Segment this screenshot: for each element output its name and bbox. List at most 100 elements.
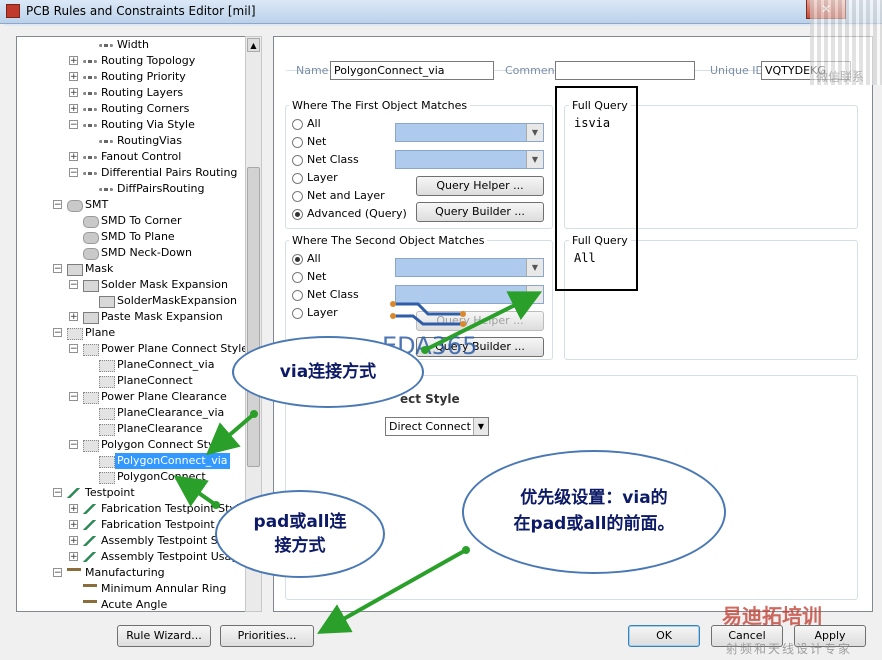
tree-item[interactable]: − Testpoint bbox=[17, 485, 245, 501]
connect-style-select[interactable]: Direct Connect ▼ bbox=[385, 417, 489, 436]
first-radio-label[interactable]: Advanced (Query) bbox=[307, 207, 407, 220]
tree-item[interactable]: + Fanout Control bbox=[17, 149, 245, 165]
second-radio-label[interactable]: Net bbox=[307, 270, 326, 283]
tree-item[interactable]: − SMT bbox=[17, 197, 245, 213]
tree-item[interactable]: PlaneConnect bbox=[17, 373, 245, 389]
tree-item[interactable]: + Fabrication Testpoint Style bbox=[17, 501, 246, 517]
collapse-icon[interactable]: − bbox=[69, 392, 78, 402]
second-radio-1[interactable] bbox=[292, 272, 303, 283]
expand-icon[interactable]: + bbox=[69, 104, 78, 114]
tree-item-label: Fanout Control bbox=[101, 150, 182, 163]
plane-icon bbox=[99, 376, 115, 388]
mask-icon bbox=[67, 264, 83, 276]
first-radio-3[interactable] bbox=[292, 173, 303, 184]
tree-item[interactable]: + Fabrication Testpoint Usage bbox=[17, 517, 252, 533]
tree-item-label: SMD Neck-Down bbox=[101, 246, 192, 259]
expand-icon[interactable]: + bbox=[69, 152, 78, 162]
tree-item[interactable]: − Differential Pairs Routing bbox=[17, 165, 245, 181]
tree-item[interactable]: − Manufacturing bbox=[17, 565, 245, 581]
tree-item[interactable]: − Solder Mask Expansion bbox=[17, 277, 245, 293]
collapse-icon[interactable]: − bbox=[53, 264, 62, 274]
expand-icon[interactable]: + bbox=[69, 56, 78, 66]
expand-icon[interactable]: + bbox=[69, 312, 78, 322]
rule-wizard-button[interactable]: Rule Wizard... bbox=[117, 625, 211, 647]
first-radio-label[interactable]: Net bbox=[307, 135, 326, 148]
collapse-icon[interactable]: − bbox=[53, 328, 62, 338]
first-radio-label[interactable]: Layer bbox=[307, 171, 338, 184]
tree-item[interactable]: + Assembly Testpoint Usage bbox=[17, 549, 245, 565]
ok-button[interactable]: OK bbox=[628, 625, 700, 647]
first-radio-label[interactable]: All bbox=[307, 117, 321, 130]
tree-item[interactable]: RoutingVias bbox=[17, 133, 245, 149]
tree-item[interactable]: PolygonConnect bbox=[17, 469, 245, 485]
tree-item[interactable]: + Routing Topology bbox=[17, 53, 245, 69]
collapse-icon[interactable]: − bbox=[69, 280, 78, 290]
collapse-icon[interactable]: − bbox=[69, 120, 78, 130]
first-radio-0[interactable] bbox=[292, 119, 303, 130]
tree-item[interactable]: − Routing Via Style bbox=[17, 117, 245, 133]
plane-icon bbox=[83, 392, 99, 404]
collapse-icon[interactable]: − bbox=[53, 568, 62, 578]
first-radio-label[interactable]: Net Class bbox=[307, 153, 359, 166]
second-radio-3[interactable] bbox=[292, 308, 303, 319]
tree-item[interactable]: − Power Plane Clearance bbox=[17, 389, 245, 405]
first-radio-4[interactable] bbox=[292, 191, 303, 202]
collapse-icon[interactable]: − bbox=[69, 344, 78, 354]
second-net-combo[interactable]: ▼ bbox=[395, 258, 544, 277]
tree-item[interactable]: − Polygon Connect Style bbox=[17, 437, 245, 453]
collapse-icon[interactable]: − bbox=[53, 488, 62, 498]
tree-item[interactable]: DiffPairsRouting bbox=[17, 181, 245, 197]
comment-input[interactable] bbox=[555, 61, 695, 80]
first-netclass-combo[interactable]: ▼ bbox=[395, 150, 544, 169]
tree-item[interactable]: + Paste Mask Expansion bbox=[17, 309, 245, 325]
tree-item[interactable]: − Mask bbox=[17, 261, 245, 277]
second-radio-label[interactable]: All bbox=[307, 252, 321, 265]
app-icon bbox=[6, 4, 20, 18]
tree-item[interactable]: − Plane bbox=[17, 325, 245, 341]
tree-item[interactable]: + Routing Layers bbox=[17, 85, 245, 101]
tree-item[interactable]: Minimum Annular Ring bbox=[17, 581, 245, 597]
first-radio-5[interactable] bbox=[292, 209, 303, 220]
tree-item[interactable]: + Assembly Testpoint Style bbox=[17, 533, 245, 549]
tree-item[interactable]: PolygonConnect_via bbox=[17, 453, 245, 469]
tree-item[interactable]: PlaneClearance bbox=[17, 421, 245, 437]
tree-item-label: DiffPairsRouting bbox=[117, 182, 205, 195]
tree-item[interactable]: SMD Neck-Down bbox=[17, 245, 245, 261]
expand-icon[interactable]: + bbox=[69, 552, 78, 562]
tree-item[interactable]: Acute Angle bbox=[17, 597, 245, 611]
tree-item[interactable]: PlaneClearance_via bbox=[17, 405, 245, 421]
second-radio-label[interactable]: Layer bbox=[307, 306, 338, 319]
tree-item[interactable]: Width bbox=[17, 37, 245, 53]
tree-item[interactable]: + Routing Priority bbox=[17, 69, 245, 85]
tree-item[interactable]: − Power Plane Connect Style bbox=[17, 341, 248, 357]
first-radio-1[interactable] bbox=[292, 137, 303, 148]
tree-item[interactable]: SMD To Corner bbox=[17, 213, 245, 229]
name-input[interactable]: PolygonConnect_via bbox=[330, 61, 494, 80]
expand-icon[interactable]: + bbox=[69, 88, 78, 98]
testpoint-icon bbox=[83, 536, 97, 546]
tree-item-label: Differential Pairs Routing bbox=[101, 166, 238, 179]
first-query-helper-button[interactable]: Query Helper ... bbox=[416, 176, 544, 196]
collapse-icon[interactable]: − bbox=[69, 440, 78, 450]
first-query-builder-button[interactable]: Query Builder ... bbox=[416, 202, 544, 222]
scroll-thumb[interactable] bbox=[247, 167, 260, 467]
second-radio-label[interactable]: Net Class bbox=[307, 288, 359, 301]
priorities-button[interactable]: Priorities... bbox=[220, 625, 314, 647]
first-net-combo[interactable]: ▼ bbox=[395, 123, 544, 142]
tree-item[interactable]: + Routing Corners bbox=[17, 101, 245, 117]
first-radio-2[interactable] bbox=[292, 155, 303, 166]
expand-icon[interactable]: + bbox=[69, 520, 78, 530]
tree-item[interactable]: SMD To Plane bbox=[17, 229, 245, 245]
tree-item[interactable]: SolderMaskExpansion bbox=[17, 293, 245, 309]
second-radio-2[interactable] bbox=[292, 290, 303, 301]
collapse-icon[interactable]: − bbox=[53, 200, 62, 210]
tree-item[interactable]: PlaneConnect_via bbox=[17, 357, 245, 373]
expand-icon[interactable]: + bbox=[69, 504, 78, 514]
expand-icon[interactable]: + bbox=[69, 72, 78, 82]
collapse-icon[interactable]: − bbox=[69, 168, 78, 178]
second-radio-0[interactable] bbox=[292, 254, 303, 265]
scroll-up-icon[interactable]: ▲ bbox=[247, 38, 260, 52]
expand-icon[interactable]: + bbox=[69, 536, 78, 546]
chevron-down-icon: ▼ bbox=[473, 418, 488, 435]
first-radio-label[interactable]: Net and Layer bbox=[307, 189, 385, 202]
